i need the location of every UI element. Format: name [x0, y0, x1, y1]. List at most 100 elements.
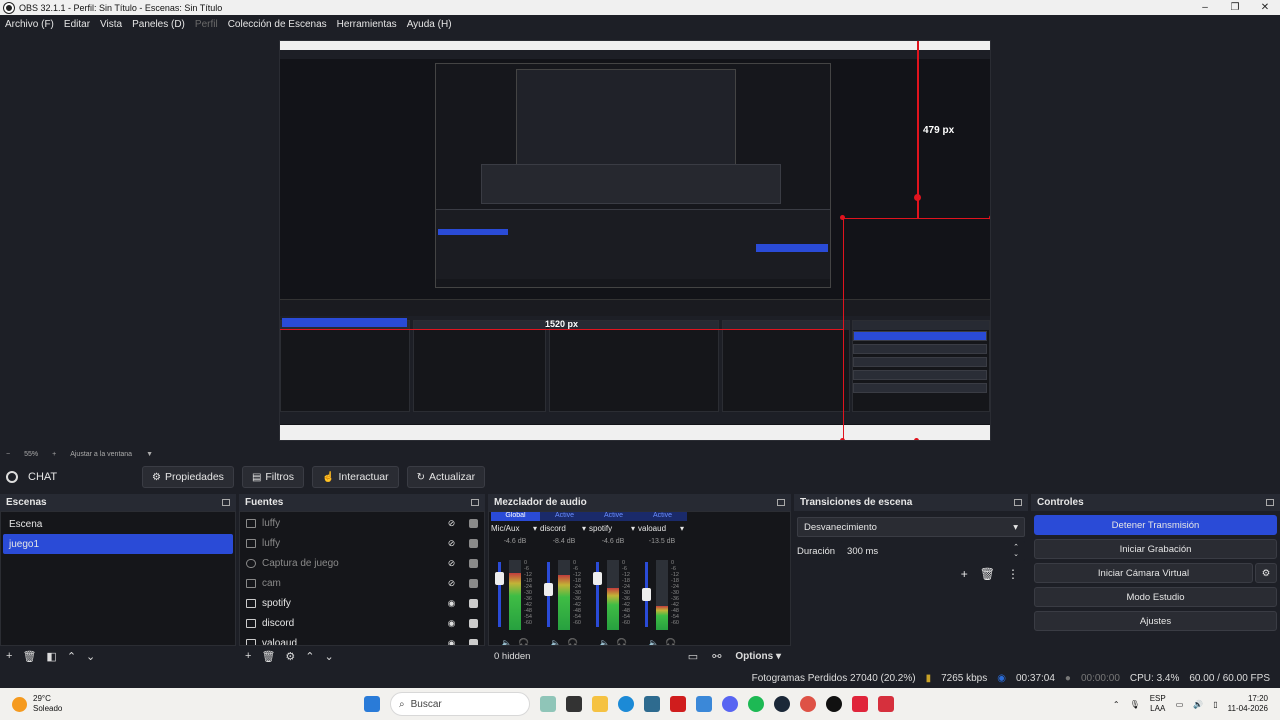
- link-icon[interactable]: ⚯: [712, 650, 721, 663]
- maximize-button[interactable]: ❐: [1220, 2, 1250, 13]
- lock-icon[interactable]: [469, 538, 478, 548]
- chevron-down-icon[interactable]: ▾: [680, 524, 684, 533]
- headphones-icon[interactable]: 🎧: [518, 638, 529, 645]
- studio-mode-button[interactable]: Modo Estudio: [1034, 587, 1277, 607]
- volume-slider-handle[interactable]: [495, 572, 504, 586]
- spinner-icon[interactable]: ⌃ ⌄: [1013, 544, 1019, 558]
- duration-spinbox[interactable]: 300 ms ⌃ ⌄: [841, 541, 1025, 561]
- resize-handle[interactable]: [840, 215, 845, 220]
- app-icon[interactable]: [696, 696, 712, 712]
- menu-tools[interactable]: Herramientas: [332, 19, 402, 30]
- source-item[interactable]: luffy ⊘: [240, 513, 484, 533]
- move-up-button[interactable]: ⌃: [67, 650, 76, 663]
- chevron-down-icon[interactable]: ▼: [146, 451, 153, 458]
- volume-icon[interactable]: 🔊: [1193, 700, 1203, 709]
- speaker-icon[interactable]: 🔈: [501, 638, 512, 645]
- taskbar-search[interactable]: ⌕ Buscar: [390, 692, 530, 716]
- menu-docks[interactable]: Paneles (D): [127, 19, 190, 30]
- preview-canvas[interactable]: 479 px 1520 px: [279, 40, 991, 441]
- windows-start-icon[interactable]: [364, 696, 380, 712]
- volume-slider-handle[interactable]: [642, 588, 651, 601]
- volume-slider-handle[interactable]: [544, 582, 553, 596]
- menu-file[interactable]: Archivo (F): [0, 19, 59, 30]
- speaker-icon[interactable]: 🔈: [599, 638, 610, 645]
- add-scene-button[interactable]: +: [6, 650, 12, 662]
- chevron-down-icon[interactable]: ▾: [631, 524, 635, 533]
- resize-handle[interactable]: [914, 438, 919, 440]
- minimize-button[interactable]: –: [1190, 2, 1220, 13]
- spotify-icon[interactable]: [748, 696, 764, 712]
- microphone-icon[interactable]: 🎙: [1130, 700, 1140, 709]
- headphones-icon[interactable]: 🎧: [567, 638, 578, 645]
- source-item[interactable]: luffy ⊘: [240, 533, 484, 553]
- eye-icon[interactable]: ◉: [446, 618, 457, 629]
- zoom-out-button[interactable]: −: [6, 451, 10, 458]
- start-recording-button[interactable]: Iniciar Grabación: [1034, 539, 1277, 559]
- eye-icon[interactable]: ◉: [446, 598, 457, 609]
- steam-icon[interactable]: [774, 696, 790, 712]
- lock-icon[interactable]: [469, 598, 478, 608]
- edge-icon[interactable]: [618, 696, 634, 712]
- store-icon[interactable]: [644, 696, 660, 712]
- discord-icon[interactable]: [722, 696, 738, 712]
- headphones-icon[interactable]: 🎧: [616, 638, 627, 645]
- layout-icon[interactable]: ▭: [688, 650, 698, 663]
- riot-client-icon[interactable]: [878, 696, 894, 712]
- options-button[interactable]: Options ▾: [735, 651, 781, 662]
- mixer-tab[interactable]: Active: [638, 512, 687, 521]
- settings-button[interactable]: Ajustes: [1034, 611, 1277, 631]
- refresh-button[interactable]: ↻ Actualizar: [406, 466, 486, 488]
- selection-bounding-box[interactable]: [843, 218, 990, 440]
- lock-icon[interactable]: [469, 518, 478, 528]
- source-item[interactable]: spotify ◉: [240, 593, 484, 613]
- battery-icon[interactable]: ▯: [1213, 700, 1217, 709]
- widgets-icon[interactable]: [540, 696, 556, 712]
- chevron-up-icon[interactable]: ⌃: [1113, 700, 1120, 709]
- eye-slash-icon[interactable]: ⊘: [446, 558, 457, 569]
- properties-button[interactable]: ⚙ Propiedades: [142, 466, 234, 488]
- undock-icon[interactable]: [222, 499, 230, 506]
- stop-streaming-button[interactable]: Detener Transmisión: [1034, 515, 1277, 535]
- speaker-icon[interactable]: 🔈: [648, 638, 659, 645]
- start-virtual-camera-button[interactable]: Iniciar Cámara Virtual: [1034, 563, 1253, 583]
- trash-icon[interactable]: 🗑: [22, 650, 36, 663]
- source-item[interactable]: Captura de juego ⊘: [240, 553, 484, 573]
- speaker-icon[interactable]: 🔈: [550, 638, 561, 645]
- virtual-camera-settings-button[interactable]: ⚙: [1255, 563, 1277, 583]
- mixer-tab-global[interactable]: Global: [491, 512, 540, 521]
- zoom-in-button[interactable]: +: [52, 451, 56, 458]
- filters-button[interactable]: ▤ Filtros: [241, 466, 304, 488]
- undock-icon[interactable]: [471, 499, 479, 506]
- mixer-tab[interactable]: Active: [540, 512, 589, 521]
- eye-slash-icon[interactable]: ⊘: [446, 518, 457, 529]
- lock-icon[interactable]: [469, 558, 478, 568]
- gear-icon[interactable]: ⚙: [285, 650, 295, 663]
- undock-icon[interactable]: [777, 499, 785, 506]
- chevron-down-icon[interactable]: ▾: [533, 524, 537, 533]
- close-button[interactable]: ✕: [1250, 2, 1280, 13]
- launcher-icon[interactable]: [670, 696, 686, 712]
- scene-item[interactable]: Escena: [3, 514, 233, 534]
- undock-icon[interactable]: [1014, 499, 1022, 506]
- undock-icon[interactable]: [1266, 499, 1274, 506]
- add-source-button[interactable]: +: [245, 650, 251, 662]
- interact-button[interactable]: ☝ Interactuar: [311, 466, 399, 488]
- menu-edit[interactable]: Editar: [59, 19, 95, 30]
- headphones-icon[interactable]: 🎧: [665, 638, 676, 645]
- transition-select[interactable]: Desvanecimiento ▾: [797, 517, 1025, 537]
- source-item[interactable]: discord ◉: [240, 613, 484, 633]
- menu-scene-collection[interactable]: Colección de Escenas: [223, 19, 332, 30]
- language-indicator[interactable]: ESP LAA: [1150, 694, 1166, 714]
- eye-slash-icon[interactable]: ⊘: [446, 578, 457, 589]
- valorant-icon[interactable]: [852, 696, 868, 712]
- file-explorer-icon[interactable]: [592, 696, 608, 712]
- filter-icon[interactable]: ◧: [46, 650, 56, 663]
- source-item[interactable]: cam ⊘: [240, 573, 484, 593]
- trash-icon[interactable]: 🗑: [980, 567, 995, 581]
- chrome-icon[interactable]: [800, 696, 816, 712]
- lock-icon[interactable]: [469, 638, 478, 645]
- lock-icon[interactable]: [469, 618, 478, 628]
- eye-icon[interactable]: ◉: [446, 638, 457, 646]
- lock-icon[interactable]: [469, 578, 478, 588]
- scene-item[interactable]: juego1: [3, 534, 233, 554]
